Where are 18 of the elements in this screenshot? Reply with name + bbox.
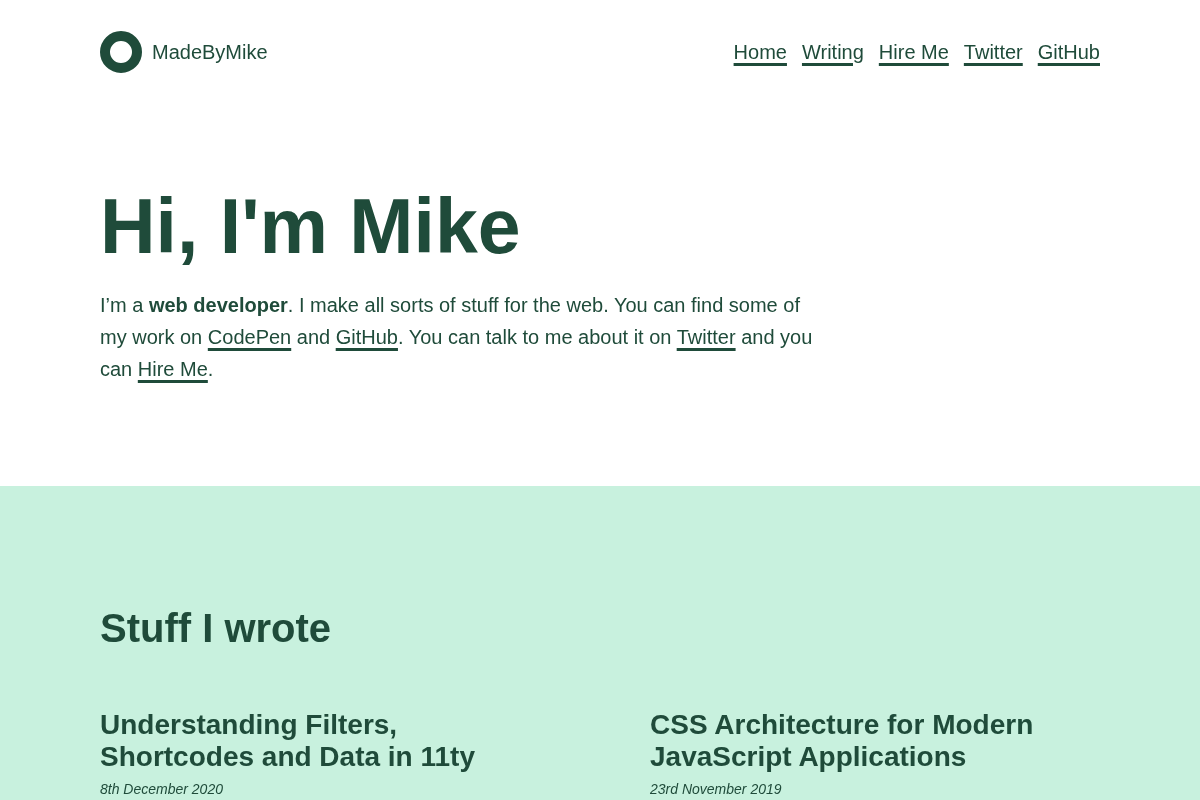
intro-paragraph: I’m a web developer. I make all sorts of stuff for the web. You can find some of my work on CodePen and GitHub. You can talk to me about it on Twitter and you can Hire Me. (100, 293, 814, 382)
ring-logo-icon (100, 31, 142, 73)
site-name-link[interactable]: MadeByMike (152, 40, 268, 64)
hero-heading: Hi, I'm Mike (100, 188, 522, 265)
nav-link[interactable]: Writing (801, 40, 864, 64)
article-date: 23rd November 2019 (650, 780, 783, 798)
inline-link[interactable]: Hire Me (137, 358, 208, 380)
article-date: 8th December 2020 (100, 780, 224, 798)
inline-link[interactable]: GitHub (335, 326, 398, 348)
nav-link[interactable]: GitHub (1037, 40, 1100, 64)
article-title-link[interactable]: CSS Architecture for Modern JavaScript Applications (650, 709, 1100, 773)
nav-link[interactable]: Hire Me (878, 40, 949, 64)
article-title-link[interactable]: Understanding Filters, Shortcodes and Data in 11ty (100, 709, 550, 773)
nav-link[interactable]: Home (733, 40, 787, 64)
nav-link[interactable]: Twitter (963, 40, 1023, 64)
inline-link[interactable]: CodePen (207, 326, 292, 348)
inline-link[interactable]: Twitter (676, 326, 736, 348)
section-heading: Stuff I wrote (100, 605, 333, 652)
